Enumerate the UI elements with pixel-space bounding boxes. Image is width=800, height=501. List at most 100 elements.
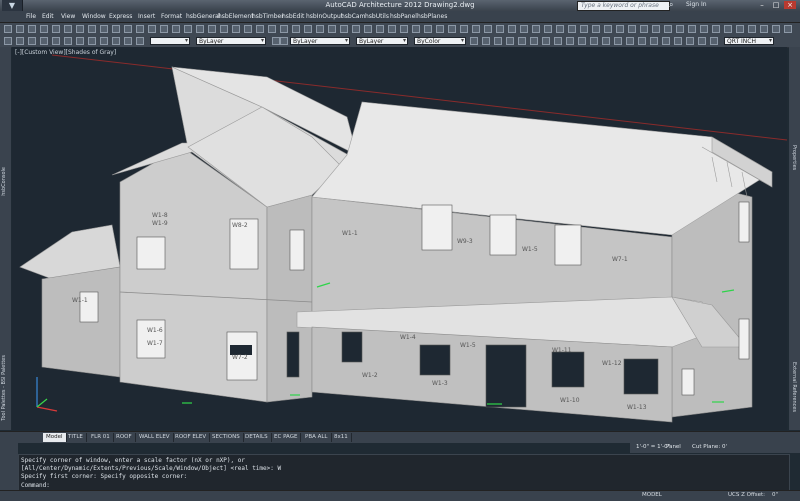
model-space-toggle[interactable]: MODEL bbox=[642, 492, 662, 498]
tab-ec-page[interactable]: EC PAGE bbox=[271, 433, 302, 442]
toolbar-button-icon[interactable] bbox=[604, 25, 612, 33]
toolbar-button-icon[interactable] bbox=[556, 25, 564, 33]
search-icon[interactable]: ⌕ bbox=[669, 0, 673, 10]
toolbar-button-icon[interactable] bbox=[268, 25, 276, 33]
tab-8x11[interactable]: 8x11 bbox=[331, 433, 352, 442]
menu-hsbplanes[interactable]: hsbPlanes bbox=[417, 13, 447, 20]
toolbar-button-icon[interactable] bbox=[64, 25, 72, 33]
command-prompt[interactable]: Command: bbox=[21, 482, 50, 489]
toolbar-button-icon[interactable] bbox=[554, 37, 562, 45]
toolbar-button-icon[interactable] bbox=[748, 25, 756, 33]
maximize-icon[interactable]: □ bbox=[770, 1, 782, 9]
toolbar-button-icon[interactable] bbox=[4, 37, 12, 45]
tab-details[interactable]: DETAILS bbox=[242, 433, 272, 442]
toolbar-button-icon[interactable] bbox=[602, 37, 610, 45]
toolbar-button-icon[interactable] bbox=[628, 25, 636, 33]
toolbar-button-icon[interactable] bbox=[4, 25, 12, 33]
toolbar-button-icon[interactable] bbox=[712, 25, 720, 33]
lineweight-dropdown[interactable]: ByLayer bbox=[356, 37, 408, 45]
tab-wall-elev[interactable]: WALL ELEV bbox=[136, 433, 174, 442]
menu-hsbtimber[interactable]: hsbTimber bbox=[252, 13, 284, 20]
toolbar-button-icon[interactable] bbox=[100, 37, 108, 45]
menu-window[interactable]: Window bbox=[82, 13, 106, 20]
toolbar-button-icon[interactable] bbox=[64, 37, 72, 45]
toolbar-button-icon[interactable] bbox=[650, 37, 658, 45]
toolbar-button-icon[interactable] bbox=[470, 37, 478, 45]
toolbar-button-icon[interactable] bbox=[352, 25, 360, 33]
toolbar-button-icon[interactable] bbox=[272, 37, 280, 45]
model-viewport[interactable]: [-][Custom View][Shades of Gray] W1-8 W1… bbox=[12, 47, 787, 430]
panel-dropdown[interactable]: Panel bbox=[666, 444, 681, 450]
toolbar-button-icon[interactable] bbox=[592, 25, 600, 33]
toolbar-button-icon[interactable] bbox=[496, 25, 504, 33]
toolbar-button-icon[interactable] bbox=[40, 37, 48, 45]
hsb-console-palette-tab[interactable]: hsbConsole bbox=[1, 167, 7, 196]
toolbar-button-icon[interactable] bbox=[580, 25, 588, 33]
toolbar-button-icon[interactable] bbox=[568, 25, 576, 33]
toolbar-button-icon[interactable] bbox=[148, 25, 156, 33]
menu-hsbgeneral[interactable]: hsbGeneral bbox=[186, 13, 220, 20]
linetype-dropdown[interactable]: ByLayer bbox=[290, 37, 350, 45]
menu-hsbinoutput[interactable]: hsbInOutput bbox=[306, 13, 343, 20]
toolbar-button-icon[interactable] bbox=[376, 25, 384, 33]
toolbar-button-icon[interactable] bbox=[28, 25, 36, 33]
toolbar-button-icon[interactable] bbox=[614, 37, 622, 45]
menu-hsbelement[interactable]: hsbElement bbox=[218, 13, 254, 20]
search-input[interactable]: Type a keyword or phrase bbox=[577, 1, 670, 11]
toolbar-button-icon[interactable] bbox=[112, 37, 120, 45]
toolbar-button-icon[interactable] bbox=[400, 25, 408, 33]
toolbar-button-icon[interactable] bbox=[424, 25, 432, 33]
toolbar-button-icon[interactable] bbox=[304, 25, 312, 33]
text-style-dropdown[interactable]: QRT INCH bbox=[724, 37, 774, 45]
toolbar-button-icon[interactable] bbox=[364, 25, 372, 33]
toolbar-button-icon[interactable] bbox=[640, 25, 648, 33]
toolbar-button-icon[interactable] bbox=[616, 25, 624, 33]
toolbar-button-icon[interactable] bbox=[436, 25, 444, 33]
menu-hsbutils[interactable]: hsbUtils bbox=[365, 13, 389, 20]
toolbar-button-icon[interactable] bbox=[232, 25, 240, 33]
toolbar-button-icon[interactable] bbox=[736, 25, 744, 33]
toolbar-button-icon[interactable] bbox=[112, 25, 120, 33]
toolbar-button-icon[interactable] bbox=[52, 37, 60, 45]
menu-express[interactable]: Express bbox=[109, 13, 132, 20]
toolbar-button-icon[interactable] bbox=[710, 37, 718, 45]
menu-view[interactable]: View bbox=[61, 13, 75, 20]
tab-roof-elev[interactable]: ROOF ELEV bbox=[172, 433, 211, 442]
tab-pba-all[interactable]: PBA ALL bbox=[302, 433, 332, 442]
ucs-offset-value[interactable]: 0" bbox=[772, 492, 778, 498]
toolbar-button-icon[interactable] bbox=[590, 37, 598, 45]
toolbar-button-icon[interactable] bbox=[760, 25, 768, 33]
toolbar-button-icon[interactable] bbox=[220, 25, 228, 33]
minimize-icon[interactable]: – bbox=[756, 1, 768, 9]
toolbar-button-icon[interactable] bbox=[700, 25, 708, 33]
toolbar-button-icon[interactable] bbox=[664, 25, 672, 33]
toolbar-button-icon[interactable] bbox=[448, 25, 456, 33]
toolbar-button-icon[interactable] bbox=[160, 25, 168, 33]
toolbar-button-icon[interactable] bbox=[172, 25, 180, 33]
toolbar-button-icon[interactable] bbox=[542, 37, 550, 45]
toolbar-button-icon[interactable] bbox=[88, 37, 96, 45]
toolbar-button-icon[interactable] bbox=[482, 37, 490, 45]
toolbar-button-icon[interactable] bbox=[124, 37, 132, 45]
toolbar-button-icon[interactable] bbox=[688, 25, 696, 33]
layer-dropdown[interactable]: ByLayer bbox=[196, 37, 266, 45]
toolbar-button-icon[interactable] bbox=[518, 37, 526, 45]
toolbar-button-icon[interactable] bbox=[674, 37, 682, 45]
toolbar-button-icon[interactable] bbox=[698, 37, 706, 45]
properties-palette-tab[interactable]: Properties bbox=[791, 145, 797, 170]
menu-format[interactable]: Format bbox=[161, 13, 182, 20]
toolbar-button-icon[interactable] bbox=[686, 37, 694, 45]
toolbar-button-icon[interactable] bbox=[494, 37, 502, 45]
toolbar-button-icon[interactable] bbox=[208, 25, 216, 33]
toolbar-button-icon[interactable] bbox=[124, 25, 132, 33]
toolbar-button-icon[interactable] bbox=[40, 25, 48, 33]
toolbar-button-icon[interactable] bbox=[772, 25, 780, 33]
toolbar-button-icon[interactable] bbox=[340, 25, 348, 33]
toolbar-button-icon[interactable] bbox=[184, 25, 192, 33]
menu-hsbcam[interactable]: hsbCam bbox=[341, 13, 365, 20]
tab-sections[interactable]: SECTIONS bbox=[209, 433, 244, 442]
toolbar-button-icon[interactable] bbox=[520, 25, 528, 33]
command-line-handle[interactable] bbox=[0, 442, 18, 490]
toolbar-button-icon[interactable] bbox=[506, 37, 514, 45]
menu-insert[interactable]: Insert bbox=[138, 13, 155, 20]
